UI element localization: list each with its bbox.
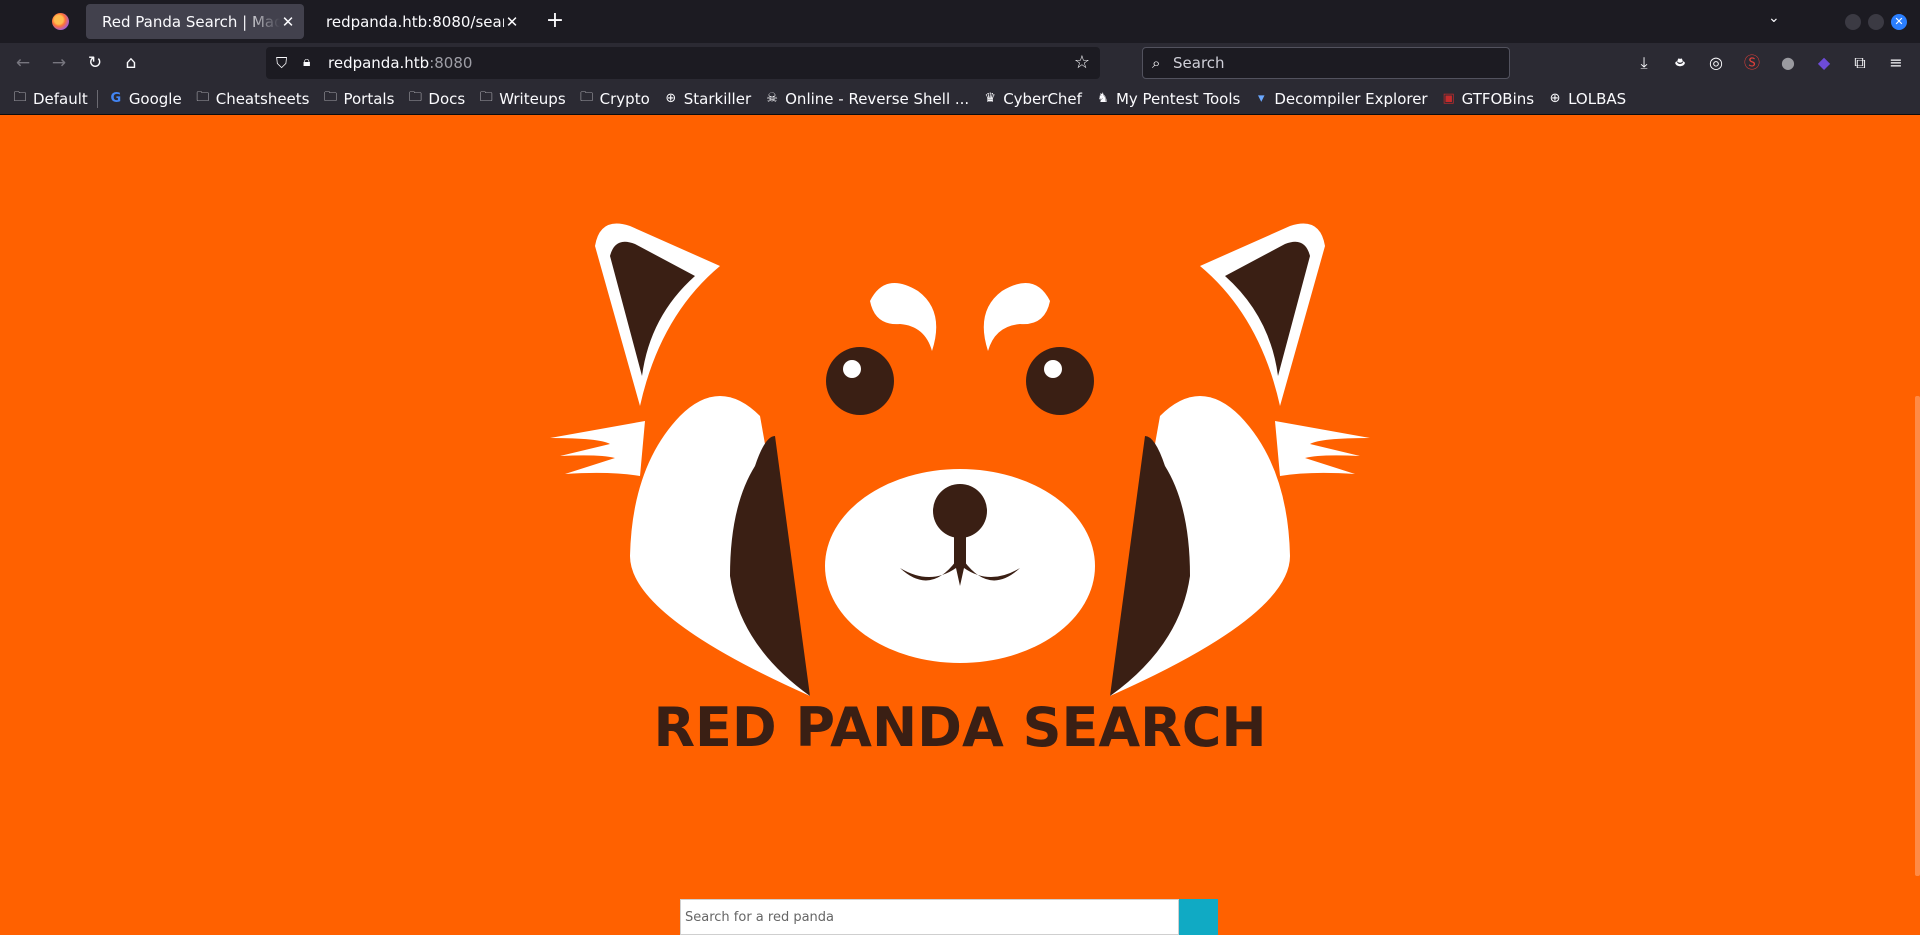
folder-icon: 🗀	[408, 89, 422, 105]
tab-red-panda-search[interactable]: Red Panda Search | Made with Spring Boot…	[86, 4, 304, 39]
tab-title: Red Panda Search | Made with Spring Boot	[102, 12, 280, 31]
home-icon[interactable]: ⌂	[121, 53, 141, 73]
bookmark-label: Google	[128, 89, 182, 108]
extension-circle-icon[interactable]: ●	[1778, 53, 1798, 73]
skull-icon: ☠	[766, 91, 778, 106]
bookmark-writeups[interactable]: 🗀 Writeups	[478, 88, 566, 110]
bookmark-cyberchef[interactable]: ♛ CyberChef	[982, 90, 1082, 108]
bookmark-label: Decompiler Explorer	[1274, 89, 1428, 108]
close-tab-icon[interactable]: ✕	[280, 13, 296, 31]
url-port: :8080	[429, 54, 473, 72]
folder-icon: 🗀	[479, 89, 493, 105]
chef-icon: ♛	[984, 91, 997, 106]
bookmark-lolbas[interactable]: ⊕ LOLBAS	[1547, 89, 1627, 108]
gtfobins-icon: ▣	[1442, 91, 1455, 106]
page-content: RED PANDA SEARCH	[0, 116, 1920, 935]
bookmark-default[interactable]: 🗀 Default	[12, 88, 88, 110]
address-bar[interactable]: ⛉ 🔒︎ redpanda.htb:8080 ☆	[266, 47, 1100, 79]
tracking-protection-shield-icon[interactable]: ⛉	[276, 54, 287, 72]
tab-search-page[interactable]: redpanda.htb:8080/search ✕	[310, 4, 528, 39]
bookmark-pentest-tools[interactable]: ♞ My Pentest Tools	[1095, 90, 1240, 108]
search-submit-button[interactable]	[1179, 899, 1218, 935]
back-arrow-icon[interactable]: ←	[13, 53, 33, 73]
page-scrollbar[interactable]	[1915, 396, 1920, 876]
bookmark-label: Starkiller	[683, 89, 752, 108]
bookmark-star-icon[interactable]: ☆	[1074, 52, 1090, 73]
bookmark-decompiler-explorer[interactable]: ▾ Decompiler Explorer	[1253, 89, 1428, 108]
panda-search-input[interactable]	[680, 899, 1179, 935]
bookmark-gtfobins[interactable]: ▣ GTFOBins	[1441, 90, 1534, 108]
google-icon: G	[110, 91, 122, 106]
bookmark-label: LOLBAS	[1568, 89, 1627, 108]
extension-gem-icon[interactable]: ◆	[1814, 53, 1834, 73]
bookmark-reverse-shell[interactable]: ☠ Online - Reverse Shell ...	[764, 90, 969, 108]
connection-info-icon[interactable]: 🔒︎	[303, 54, 310, 70]
decompiler-icon: ▾	[1258, 91, 1265, 106]
tab-title: redpanda.htb:8080/search	[326, 12, 504, 31]
logo-title: RED PANDA SEARCH	[653, 696, 1266, 756]
bookmark-label: Online - Reverse Shell ...	[785, 89, 970, 108]
navigation-toolbar: ← → ↻ ⌂ ⛉ 🔒︎ redpanda.htb:8080 ☆ ⌕ ⤓ 🎩︎ …	[0, 43, 1920, 83]
red-panda-logo: RED PANDA SEARCH	[550, 223, 1370, 756]
pentest-icon: ♞	[1097, 91, 1109, 106]
bookmarks-toolbar: 🗀 Default G Google 🗀 Cheatsheets 🗀 Portals 🗀…	[0, 83, 1920, 115]
minimize-button[interactable]	[1845, 14, 1861, 30]
web-search-input[interactable]	[1173, 48, 1493, 78]
panda-search-form	[680, 899, 1218, 935]
bookmark-label: GTFOBins	[1461, 89, 1535, 108]
downloads-icon[interactable]: ⤓	[1634, 53, 1654, 73]
folder-icon: 🗀	[196, 89, 210, 105]
forward-arrow-icon[interactable]: →	[49, 53, 69, 73]
bookmark-label: Cheatsheets	[215, 89, 310, 108]
close-tab-icon[interactable]: ✕	[504, 13, 520, 31]
hamburger-menu-icon[interactable]: ≡	[1886, 53, 1906, 73]
extension-hat-icon[interactable]: 🎩︎	[1670, 53, 1690, 73]
bookmark-label: My Pentest Tools	[1115, 89, 1241, 108]
url-text[interactable]: redpanda.htb:8080	[328, 54, 472, 72]
bookmark-label: Crypto	[599, 89, 650, 108]
firefox-icon[interactable]	[52, 13, 69, 30]
bookmark-label: Default	[33, 89, 88, 108]
bookmark-cheatsheets[interactable]: 🗀 Cheatsheets	[195, 88, 310, 110]
list-all-tabs-icon[interactable]: ⌄	[1768, 10, 1780, 26]
new-tab-button[interactable]: +	[545, 8, 565, 34]
folder-icon: 🗀	[323, 89, 337, 105]
bookmark-portals[interactable]: 🗀 Portals	[322, 88, 394, 110]
maximize-button[interactable]	[1868, 14, 1884, 30]
bookmark-label: Docs	[428, 89, 466, 108]
folder-icon: 🗀	[580, 89, 594, 105]
bookmark-separator	[96, 89, 98, 108]
tab-bar: Red Panda Search | Made with Spring Boot…	[0, 0, 1920, 43]
extensions-puzzle-icon[interactable]: ⧉	[1850, 53, 1870, 73]
bookmark-starkiller[interactable]: ⊕ Starkiller	[663, 90, 751, 108]
web-search-bar[interactable]: ⌕	[1142, 47, 1510, 79]
bookmark-label: CyberChef	[1003, 89, 1082, 108]
url-host: redpanda.htb	[328, 54, 430, 72]
bookmark-google[interactable]: G Google	[108, 89, 182, 108]
globe-icon: ⊕	[1549, 91, 1561, 106]
search-icon: ⌕	[1152, 54, 1161, 72]
cookie-extension-icon[interactable]: ◎	[1706, 53, 1726, 73]
folder-icon: 🗀	[13, 89, 27, 105]
window-close-button[interactable]: ✕	[1891, 14, 1907, 30]
reload-icon[interactable]: ↻	[85, 53, 105, 73]
bookmark-label: Writeups	[499, 89, 566, 108]
bookmark-crypto[interactable]: 🗀 Crypto	[579, 88, 650, 110]
bookmark-docs[interactable]: 🗀 Docs	[407, 88, 465, 110]
bookmark-label: Portals	[343, 89, 395, 108]
extension-s-icon[interactable]: Ⓢ	[1742, 53, 1762, 73]
globe-icon: ⊕	[665, 91, 677, 106]
